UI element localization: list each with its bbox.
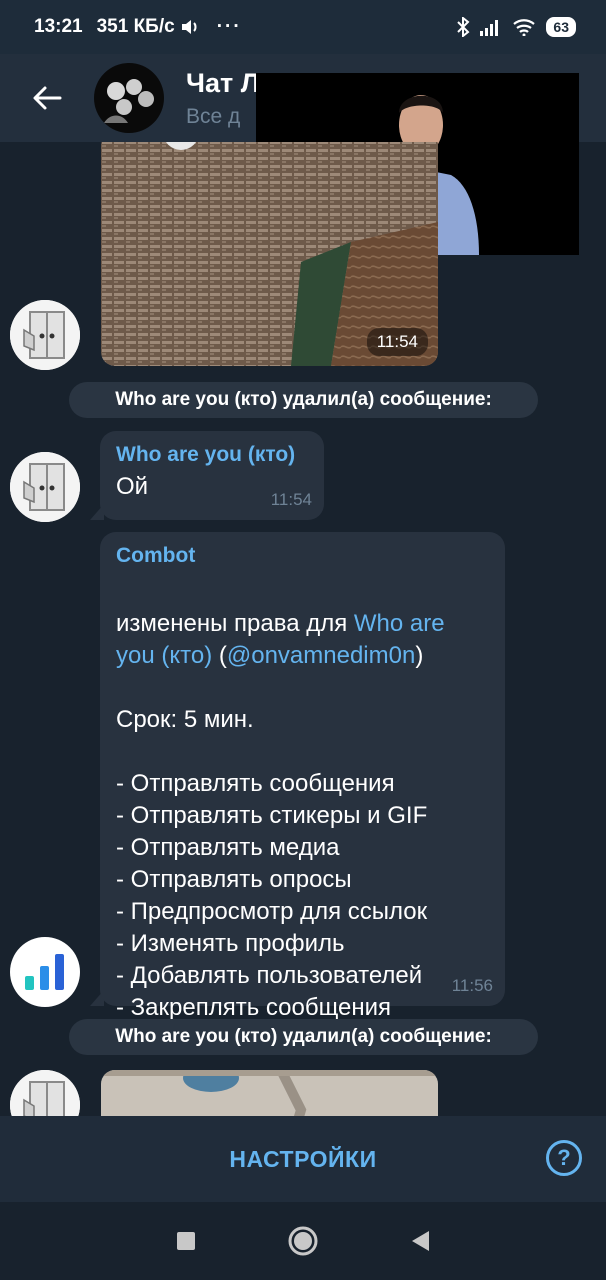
system-nav-bar [0, 1202, 606, 1280]
sender-avatar-image [10, 1070, 80, 1116]
nav-home-icon[interactable] [287, 1225, 319, 1257]
message-time: 11:56 [451, 976, 493, 995]
message-sender[interactable]: Who are you (кто) [116, 443, 308, 467]
sender-avatar[interactable] [10, 452, 80, 522]
battery-indicator: 63 [546, 17, 576, 37]
back-arrow-icon [33, 86, 62, 110]
photo-message[interactable] [101, 1070, 438, 1116]
settings-button[interactable]: НАСТРОЙКИ [229, 1146, 376, 1173]
back-button[interactable] [0, 54, 94, 142]
wifi-icon [513, 19, 536, 36]
message-body: Срок: 5 мин. - Отправлять сообщения - От… [116, 706, 428, 1021]
group-photo-icon [104, 79, 154, 123]
text-message[interactable]: Who are you (кто) Ой 11:54 [100, 431, 324, 520]
photo-image [101, 1070, 438, 1116]
status-speed: 351 КБ/с [96, 16, 175, 37]
message-list[interactable]: 11:54 Who are you (кто) удалил(а) сообще… [0, 142, 606, 1116]
help-icon[interactable]: ? [546, 1140, 582, 1176]
sender-avatar-image [10, 300, 80, 370]
status-bar: 13:21 351 КБ/с ··· 63 [0, 0, 606, 54]
status-more-icon: ··· [216, 16, 242, 37]
photo-message[interactable]: 11:54 [101, 142, 438, 366]
message-sender[interactable]: Combot [116, 544, 489, 568]
service-message-deleted: Who are you (кто) удалил(а) сообщение: [69, 1019, 538, 1055]
bot-chart-icon [25, 954, 64, 990]
chat-avatar[interactable] [94, 63, 164, 133]
service-message-deleted: Who are you (кто) удалил(а) сообщение: [69, 382, 538, 418]
message-text-prefix: изменены права для [116, 610, 354, 637]
paren-close: ) [415, 642, 424, 669]
photo-time: 11:54 [366, 328, 428, 356]
status-time: 13:21 [34, 16, 83, 37]
nav-recents-icon[interactable] [175, 1230, 197, 1252]
sender-avatar[interactable] [10, 300, 80, 370]
nav-back-icon[interactable] [409, 1229, 431, 1253]
message-time: 11:54 [270, 490, 312, 509]
bluetooth-icon [457, 17, 470, 37]
mention-link[interactable]: @onvamnedim0n [227, 642, 415, 669]
sender-avatar[interactable] [10, 1070, 80, 1116]
paren-open: ( [212, 642, 227, 669]
bot-avatar[interactable] [10, 937, 80, 1007]
bottom-action-bar: НАСТРОЙКИ ? [0, 1116, 606, 1202]
signal-icon [480, 20, 499, 36]
bot-message[interactable]: Combot изменены права для Who are you (к… [100, 532, 505, 1021]
volume-icon [181, 20, 197, 34]
sender-avatar-image [10, 452, 80, 522]
message-text: изменены права для Who are you (кто) (@o… [116, 576, 489, 672]
